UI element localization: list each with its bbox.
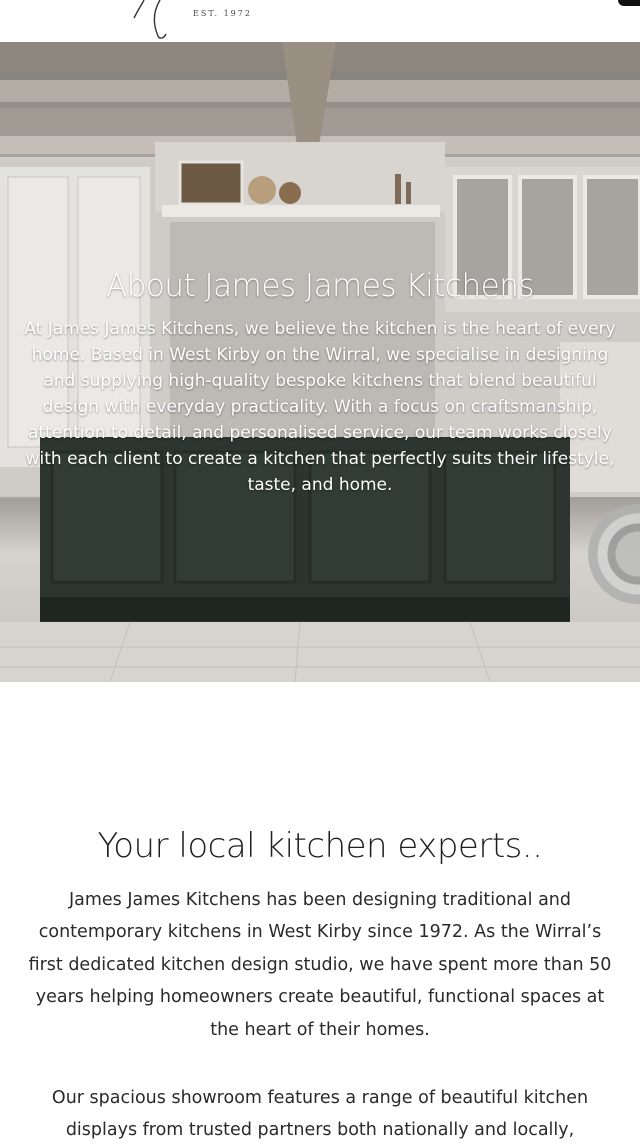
site-header: EST. 1972	[0, 0, 640, 42]
section-title: Your local kitchen experts..	[97, 826, 543, 867]
menu-icon[interactable]	[618, 0, 640, 6]
hero-section: About James James Kitchens At James Jame…	[0, 42, 640, 682]
logo-monogram-icon[interactable]	[120, 0, 180, 40]
section-paragraph-1: James James Kitchens has been designing …	[28, 889, 612, 1040]
hero-description: At James James Kitchens, we believe the …	[24, 319, 616, 495]
hero-title: About James James Kitchens	[106, 267, 535, 304]
established-text: EST. 1972	[193, 9, 252, 18]
section-paragraph-2: Our spacious showroom features a range o…	[51, 1087, 589, 1141]
